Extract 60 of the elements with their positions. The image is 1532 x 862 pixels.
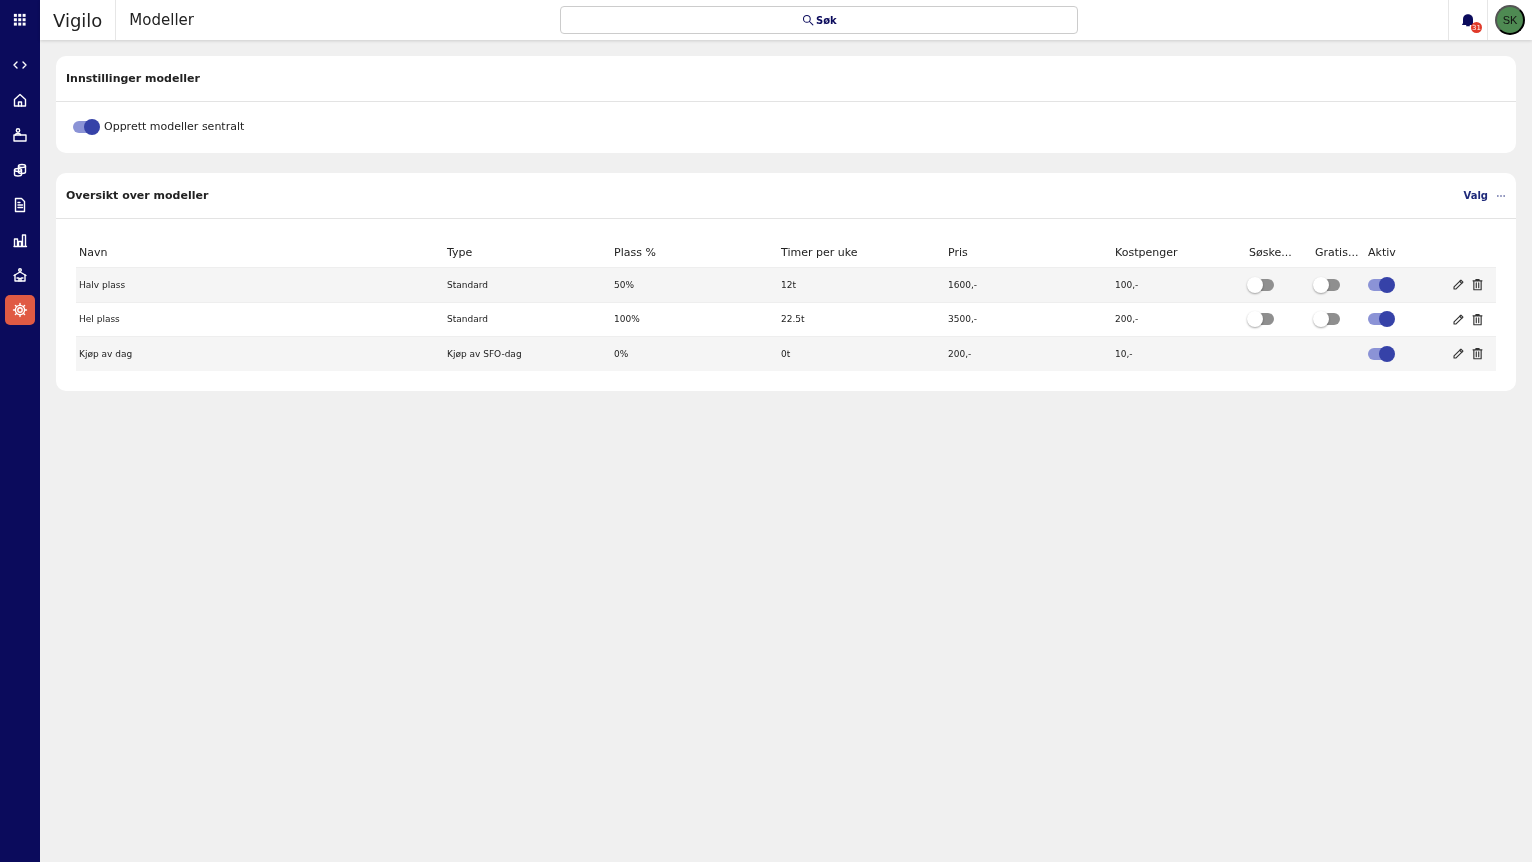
table-cell: 0% [611,336,778,371]
document-icon [12,197,28,213]
trash-icon [1471,278,1484,292]
column-header: Timer per uke [780,244,859,261]
table-cell: 100,- [1112,267,1246,302]
sidebar-item[interactable] [5,295,35,325]
table-cell: 12t [778,267,945,302]
toggle-switch[interactable] [1368,313,1393,326]
edit-button[interactable] [1452,347,1465,361]
toggle-switch[interactable] [1368,347,1393,360]
page-title: Modeller [128,11,195,29]
toggle-switch[interactable] [1315,278,1340,291]
toggle-switch[interactable] [1315,313,1340,326]
pencil-icon [1452,278,1465,292]
app-logo: Vigilo [40,0,117,40]
table-cell: Halv plass [76,267,444,302]
trash-icon [1471,312,1484,326]
edit-button[interactable] [1452,278,1465,292]
column-header: Aktiv [1367,244,1397,261]
bar-chart-icon [12,232,28,248]
table-cell: Kjøp av SFO-dag [444,336,611,371]
toggle-switch[interactable] [1368,278,1393,291]
column-header: Navn [78,244,109,261]
toggle-switch[interactable] [1249,278,1274,291]
edit-button[interactable] [1452,312,1465,326]
card-title: Oversikt over modeller [66,189,209,202]
pencil-icon [1452,347,1465,361]
delete-button[interactable] [1471,278,1484,292]
options-link[interactable]: Valg [1463,190,1488,201]
toggle-label: Opprett modeller sentralt [104,120,245,133]
coins-icon [12,162,28,178]
column-header: Søske... [1248,244,1293,261]
delete-button[interactable] [1471,312,1484,326]
table-cell: 0t [778,336,945,371]
column-header: Plass % [613,244,657,261]
column-header: Type [446,244,474,261]
toggle-switch[interactable] [1249,313,1274,326]
home-icon [12,92,28,108]
search-field[interactable]: Søk [560,6,1079,34]
pencil-icon [1452,312,1465,326]
table-cell: 10,- [1112,336,1246,371]
settings-icon [12,302,28,318]
table-cell: 1600,- [945,267,1112,302]
table-cell: Kjøp av dag [76,336,444,371]
search-icon [802,14,815,26]
building-icon [12,267,28,283]
trash-icon [1471,347,1484,361]
column-header: Pris [947,244,969,261]
person-desk-icon [12,127,28,143]
column-header: Kostpenger [1114,244,1179,261]
column-header: Gratis... [1314,244,1360,261]
table-cell: 200,- [945,336,1112,371]
card-title: Innstillinger modeller [66,72,200,85]
apps-grid-icon [13,13,27,27]
toggle-switch[interactable] [73,120,98,133]
delete-button[interactable] [1471,347,1484,361]
table-cell: Standard [444,267,611,302]
table-cell: 50% [611,267,778,302]
user-avatar[interactable]: SK [1495,5,1525,35]
apps-button[interactable] [13,13,27,27]
